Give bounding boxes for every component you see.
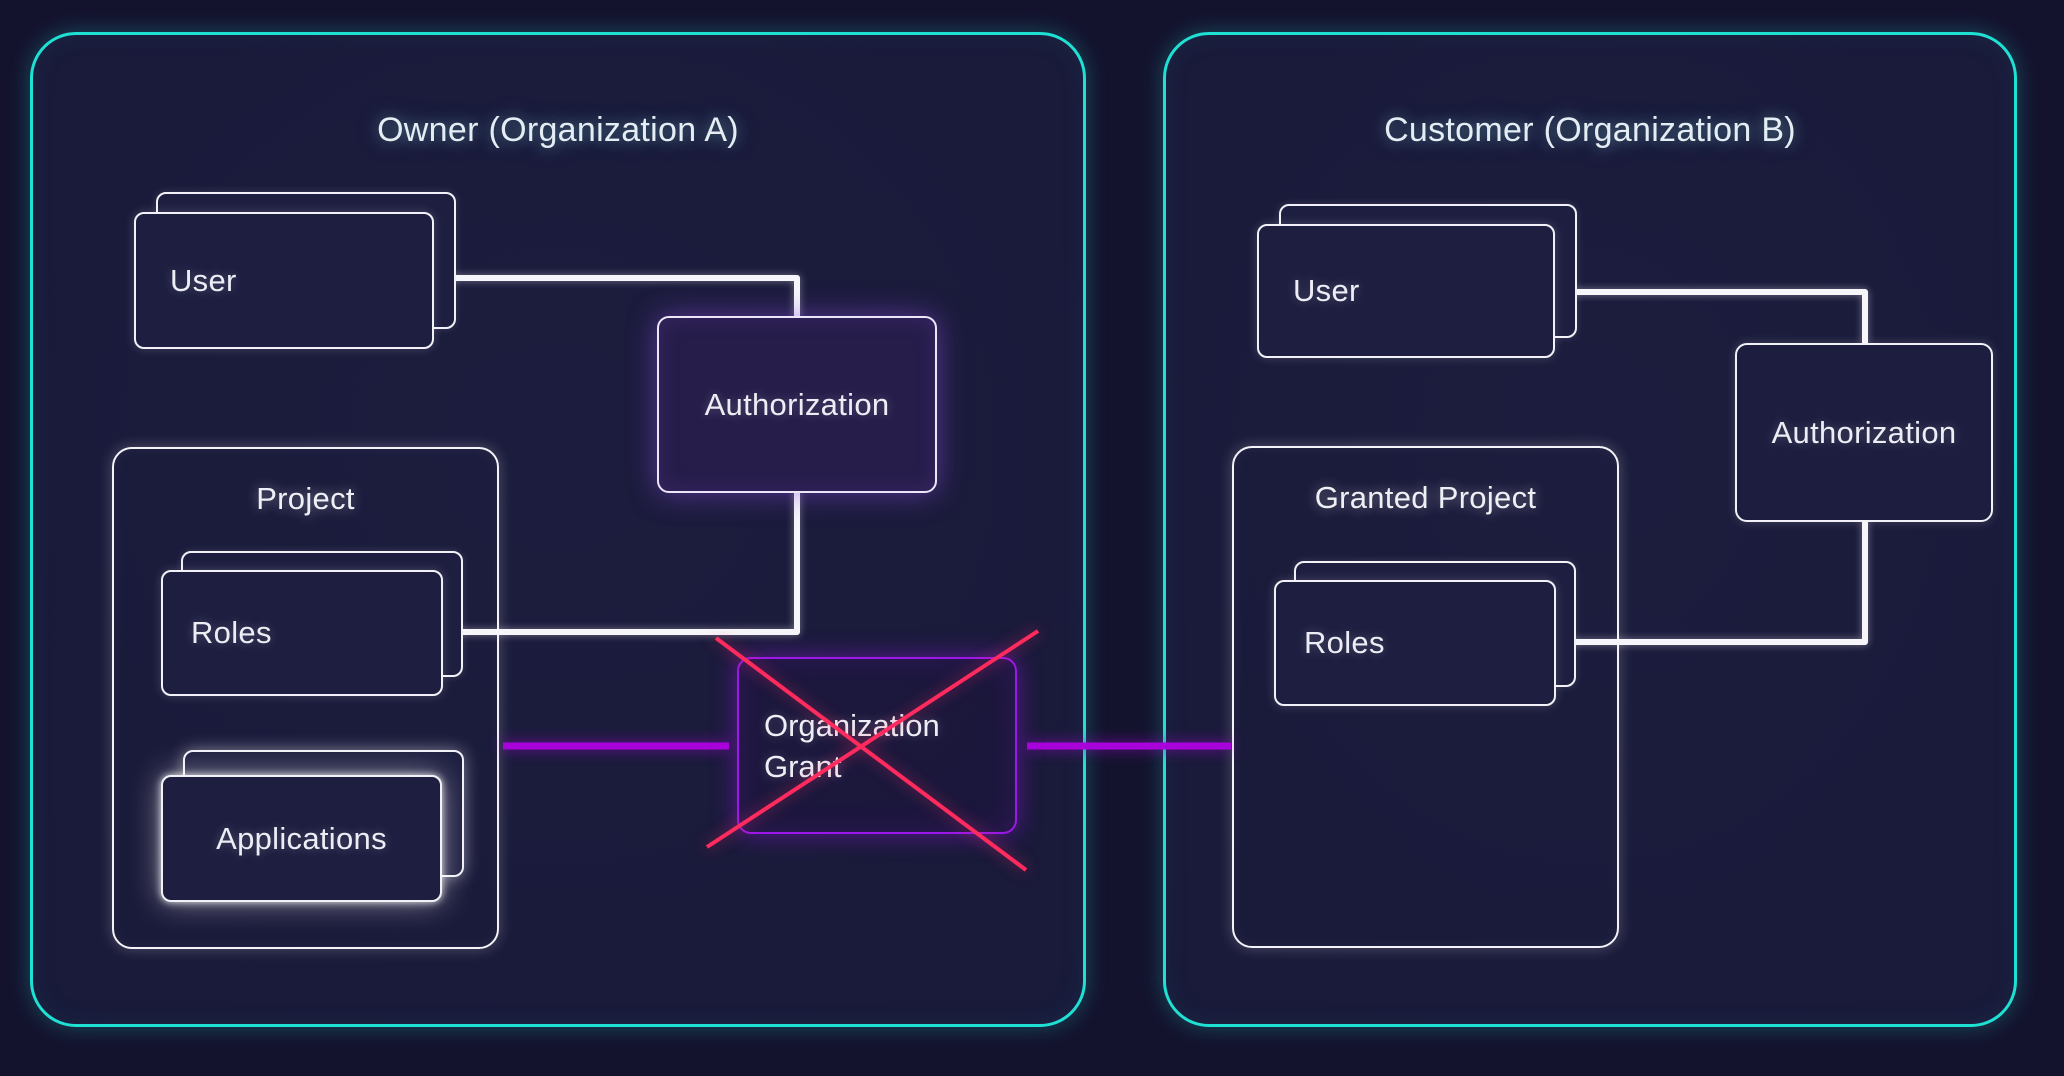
owner-user-label: User	[170, 263, 237, 299]
project-title: Project	[114, 481, 497, 517]
organization-grant-box: Organization Grant	[737, 657, 1017, 834]
customer-user-label: User	[1293, 273, 1360, 309]
owner-user-card: User	[134, 212, 434, 349]
customer-authorization-box: Authorization	[1735, 343, 1993, 522]
owner-authorization-label: Authorization	[705, 387, 890, 423]
customer-user-card: User	[1257, 224, 1555, 358]
customer-roles-label: Roles	[1304, 625, 1385, 661]
diagram-canvas: Owner (Organization A) Customer (Organiz…	[0, 0, 2064, 1076]
owner-panel-title: Owner (Organization A)	[33, 111, 1083, 150]
owner-roles-label: Roles	[191, 615, 272, 651]
customer-roles-card: Roles	[1274, 580, 1556, 706]
organization-grant-label: Organization Grant	[764, 705, 979, 787]
owner-authorization-box: Authorization	[657, 316, 937, 493]
granted-project-title: Granted Project	[1234, 480, 1617, 516]
owner-roles-card: Roles	[161, 570, 443, 696]
customer-panel-title: Customer (Organization B)	[1166, 111, 2014, 150]
owner-applications-label: Applications	[216, 821, 387, 857]
owner-applications-card: Applications	[161, 775, 442, 902]
customer-authorization-label: Authorization	[1772, 415, 1957, 451]
